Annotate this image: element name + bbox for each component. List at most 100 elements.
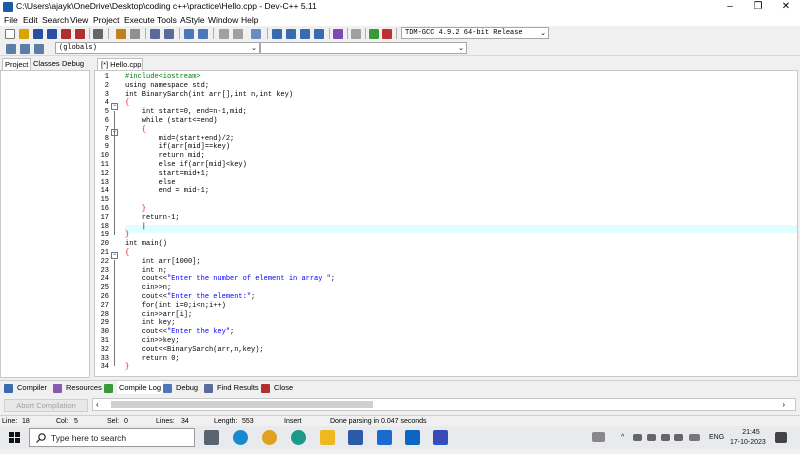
- unindent-icon[interactable]: [198, 29, 208, 39]
- open-project-icon[interactable]: [286, 29, 296, 39]
- code-line[interactable]: else: [125, 179, 176, 188]
- linkedin-icon[interactable]: [405, 430, 420, 445]
- print-icon[interactable]: [93, 29, 103, 39]
- menu-astyle[interactable]: AStyle: [180, 14, 205, 26]
- scrollbar-thumb[interactable]: [111, 401, 373, 408]
- save-all-icon[interactable]: [47, 29, 57, 39]
- scope-select[interactable]: (globals) ⌄: [55, 42, 260, 54]
- tab-classes[interactable]: Classes: [31, 58, 62, 70]
- maximize-button[interactable]: ❐: [744, 0, 772, 14]
- code-line[interactable]: }: [125, 205, 146, 214]
- code-line[interactable]: cout<<"Enter the number of element in ar…: [125, 275, 335, 284]
- bookmark-icon[interactable]: [251, 29, 261, 39]
- code-line[interactable]: int start=0, end=n-1,mid;: [125, 108, 247, 117]
- code-line[interactable]: if(arr[mid]==key): [125, 143, 230, 152]
- back-icon[interactable]: [219, 29, 229, 39]
- menu-view[interactable]: View: [70, 14, 88, 26]
- keyboard-icon[interactable]: [689, 434, 700, 441]
- code-line[interactable]: |: [125, 223, 146, 232]
- minimize-button[interactable]: –: [716, 0, 744, 14]
- redo-icon[interactable]: [130, 29, 140, 39]
- close-panel-button[interactable]: Close: [274, 381, 293, 395]
- tab-find-results[interactable]: Find Results: [217, 381, 259, 395]
- code-line[interactable]: {: [125, 249, 129, 258]
- microsoft-store-icon[interactable]: [348, 430, 363, 445]
- code-line[interactable]: mid=(start+end)/2;: [125, 135, 235, 144]
- tab-debug[interactable]: Debug: [60, 58, 86, 70]
- indent-icon[interactable]: [184, 29, 194, 39]
- language-indicator[interactable]: ENG: [709, 426, 724, 449]
- code-line[interactable]: return 0;: [125, 355, 180, 364]
- fold-toggle-icon[interactable]: −: [111, 252, 118, 259]
- code-line[interactable]: cout<<BinarySarch(arr,n,key);: [125, 346, 264, 355]
- code-line[interactable]: int n;: [125, 267, 167, 276]
- chart-icon[interactable]: [369, 29, 379, 39]
- toggle-bookmark-icon[interactable]: [20, 44, 30, 54]
- menu-search[interactable]: Search: [42, 14, 69, 26]
- menu-project[interactable]: Project: [93, 14, 119, 26]
- check-syntax-icon[interactable]: [333, 29, 343, 39]
- file-explorer-icon[interactable]: [320, 430, 335, 445]
- goto-bookmark-icon[interactable]: [34, 44, 44, 54]
- code-line[interactable]: cout<<"Enter the element:";: [125, 293, 255, 302]
- battery-icon[interactable]: [633, 434, 642, 441]
- scroll-left-icon[interactable]: ‹: [96, 399, 99, 410]
- function-select[interactable]: ⌄: [260, 42, 467, 54]
- code-line[interactable]: for(int i=0;i<n;i++): [125, 302, 226, 311]
- close-button[interactable]: ✕: [772, 0, 800, 14]
- code-line[interactable]: {: [125, 126, 146, 135]
- debug-icon[interactable]: [382, 29, 392, 39]
- tab-compiler[interactable]: Compiler: [17, 381, 47, 395]
- menu-help[interactable]: Help: [241, 14, 258, 26]
- taskbar-search-input[interactable]: Type here to search: [29, 428, 195, 447]
- code-line[interactable]: }: [125, 363, 129, 372]
- chevron-up-icon[interactable]: ^: [621, 426, 624, 449]
- code-line[interactable]: start=mid+1;: [125, 170, 209, 179]
- insert-icon[interactable]: [6, 44, 16, 54]
- find-icon[interactable]: [150, 29, 160, 39]
- code-line[interactable]: return mid;: [125, 152, 205, 161]
- project-options-icon[interactable]: [300, 29, 310, 39]
- notification-icon[interactable]: [775, 432, 787, 443]
- scroll-right-icon[interactable]: ›: [782, 399, 785, 410]
- tab-resources[interactable]: Resources: [66, 381, 102, 395]
- code-line[interactable]: cout<<"Enter the key";: [125, 328, 234, 337]
- close-file-icon[interactable]: [61, 29, 71, 39]
- project-browser[interactable]: [0, 70, 90, 378]
- network-icon[interactable]: [661, 434, 670, 441]
- code-line[interactable]: cin>>arr[i];: [125, 311, 192, 320]
- new-file-icon[interactable]: [5, 29, 15, 39]
- code-line[interactable]: {: [125, 99, 129, 108]
- windows-start-icon[interactable]: [9, 432, 20, 443]
- close-all-icon[interactable]: [75, 29, 85, 39]
- new-project-icon[interactable]: [272, 29, 282, 39]
- telegram-icon[interactable]: [233, 430, 248, 445]
- horizontal-scrollbar[interactable]: ‹ ›: [92, 398, 796, 411]
- compiler-select[interactable]: TDM-GCC 4.9.2 64-bit Release ⌄: [401, 27, 549, 39]
- fold-toggle-icon[interactable]: −: [111, 103, 118, 110]
- mail-icon[interactable]: [377, 430, 392, 445]
- menu-window[interactable]: Window: [208, 14, 238, 26]
- task-view-icon[interactable]: [204, 430, 219, 445]
- code-line[interactable]: using namespace std;: [125, 82, 209, 91]
- code-line[interactable]: cin>>key;: [125, 337, 180, 346]
- code-line[interactable]: int BinarySarch(int arr[],int n,int key): [125, 91, 293, 100]
- devcpp-taskbar-icon[interactable]: [433, 430, 448, 445]
- abort-compilation-button[interactable]: Abort Compilation: [4, 399, 88, 412]
- open-file-icon[interactable]: [19, 29, 29, 39]
- stop-execution-icon[interactable]: [351, 29, 361, 39]
- forward-icon[interactable]: [233, 29, 243, 39]
- onedrive-icon[interactable]: [647, 434, 656, 441]
- tile-windows-icon[interactable]: [314, 29, 324, 39]
- tab-debug-bottom[interactable]: Debug: [176, 381, 198, 395]
- code-line[interactable]: end = mid-1;: [125, 187, 209, 196]
- menu-tools[interactable]: Tools: [157, 14, 177, 26]
- code-line[interactable]: else if(arr[mid]<key): [125, 161, 247, 170]
- code-line[interactable]: while (start<=end): [125, 117, 218, 126]
- code-editor[interactable]: 1 2 3 4 5 6 7 8 9 10 11 12 13 14 15 16 17 18 19 20 21 22 23 24 2…: [94, 70, 798, 377]
- clock-date[interactable]: 17-10-2023: [730, 431, 766, 454]
- volume-icon[interactable]: [674, 434, 683, 441]
- code-line[interactable]: int main(): [125, 240, 167, 249]
- replace-icon[interactable]: [164, 29, 174, 39]
- code-line[interactable]: int arr[1000];: [125, 258, 201, 267]
